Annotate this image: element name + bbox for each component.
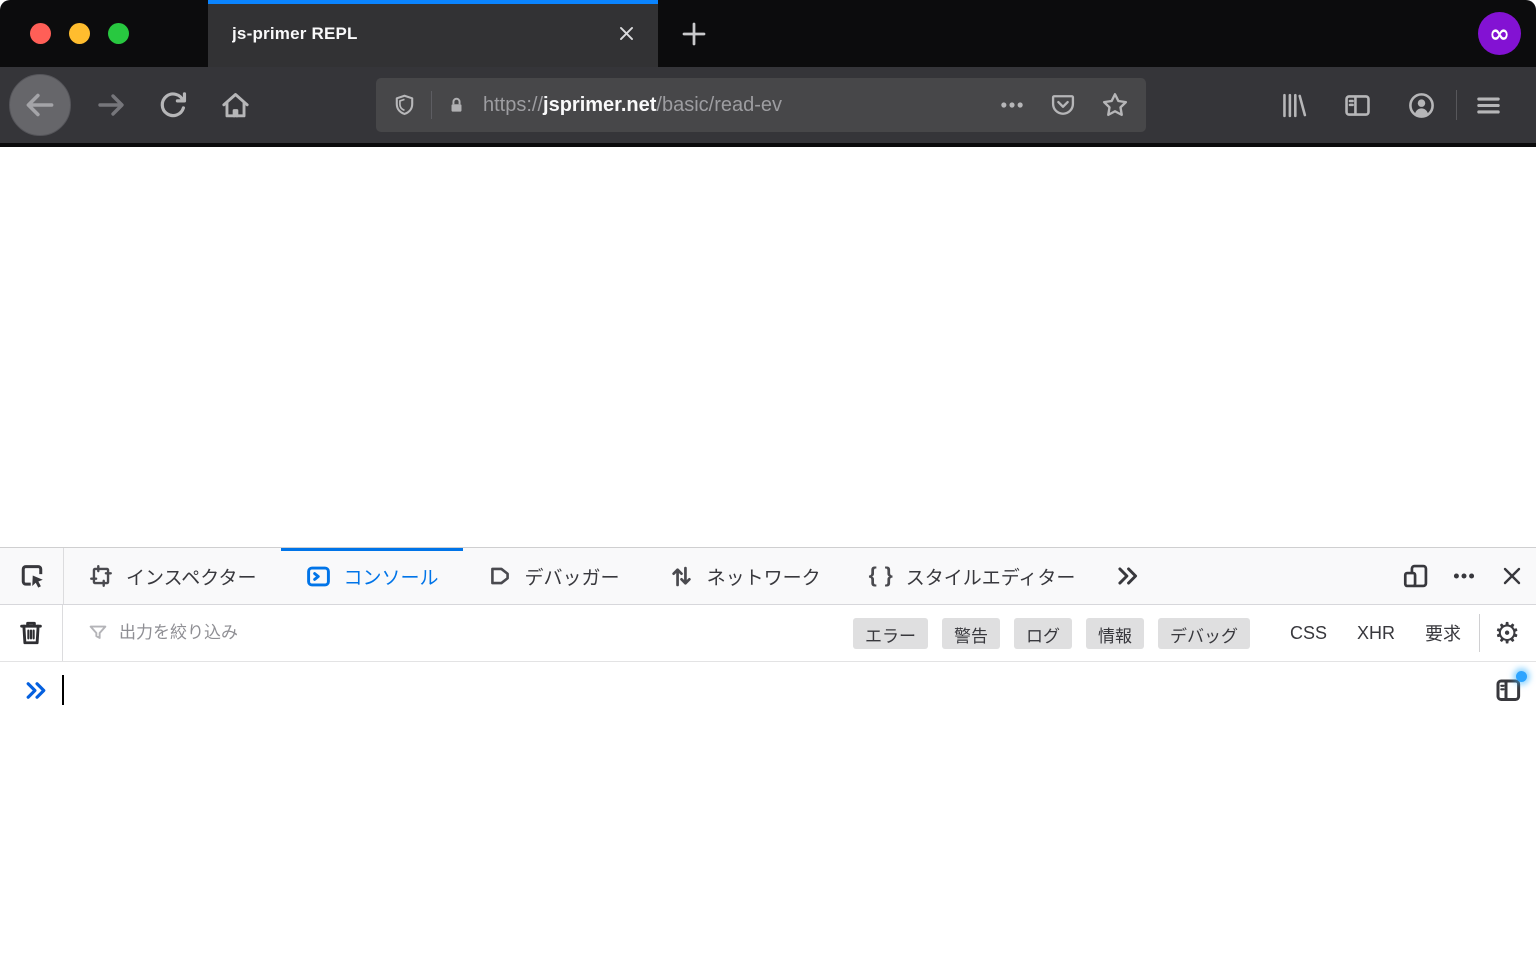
devtools-panel: インスペクター コンソール デバッガー ネットワーク <box>0 547 1536 960</box>
braces-icon: { } <box>869 564 894 588</box>
library-icon <box>1278 90 1309 121</box>
console-output-area <box>0 718 1536 960</box>
filter-bar-separator <box>1479 614 1480 652</box>
bookmark-star-icon[interactable] <box>1100 90 1130 120</box>
console-input-row[interactable] <box>0 662 1536 718</box>
home-icon <box>219 89 252 122</box>
console-icon <box>305 563 332 590</box>
responsive-design-mode-button[interactable] <box>1392 548 1440 604</box>
active-tab-stripe <box>208 0 658 4</box>
reload-icon <box>157 89 189 121</box>
network-arrows-icon <box>668 563 695 590</box>
devtools-tab-style-editor[interactable]: { } スタイルエディター <box>845 548 1100 604</box>
filter-requests-button[interactable]: 要求 <box>1425 620 1461 646</box>
filter-warnings-button[interactable]: 警告 <box>942 618 1000 649</box>
page-content <box>0 147 1536 547</box>
devtools-tab-console[interactable]: コンソール <box>281 548 463 604</box>
notification-dot <box>1516 671 1527 682</box>
close-icon <box>1500 564 1524 588</box>
back-button[interactable] <box>9 74 71 136</box>
mask-icon: ∞ <box>1489 19 1510 48</box>
tab-title: js-primer REPL <box>232 24 617 44</box>
devtools-tab-label: コンソール <box>344 563 439 590</box>
filter-info-button[interactable]: 情報 <box>1086 618 1144 649</box>
console-filter-bar: エラー 警告 ログ 情報 デバッグ CSS XHR 要求 ⚙ <box>0 605 1536 662</box>
new-tab-button[interactable] <box>658 0 730 67</box>
menu-button[interactable] <box>1469 86 1507 124</box>
log-level-filters: エラー 警告 ログ 情報 デバッグ <box>853 618 1250 649</box>
devtools-tab-label: インスペクター <box>126 563 257 590</box>
tab-bar: js-primer REPL ∞ <box>0 0 1536 67</box>
tab-bar-spacer <box>730 0 1478 67</box>
devtools-tab-label: スタイルエディター <box>906 563 1076 590</box>
zoom-window-button[interactable] <box>108 23 129 44</box>
console-settings-button[interactable]: ⚙ <box>1484 610 1530 656</box>
url-bar-separator <box>431 91 432 119</box>
devtools-tab-label: ネットワーク <box>707 563 821 590</box>
more-tabs-button[interactable] <box>1099 548 1157 604</box>
console-input-field[interactable] <box>64 662 1493 718</box>
console-sidebar-toggle-button[interactable] <box>1493 675 1523 705</box>
filter-errors-button[interactable]: エラー <box>853 618 928 649</box>
lock-icon[interactable] <box>446 95 467 116</box>
node-picker-button[interactable] <box>0 548 64 604</box>
forward-button[interactable] <box>92 86 130 124</box>
url-path: /basic/read-ev <box>656 94 782 117</box>
tracking-protection-shield-icon[interactable] <box>392 93 417 118</box>
close-devtools-button[interactable] <box>1488 548 1536 604</box>
account-icon <box>1406 90 1437 121</box>
url-domain: jsprimer.net <box>543 94 656 117</box>
node-picker-icon <box>17 561 47 591</box>
devtools-menu-button[interactable] <box>1440 548 1488 604</box>
back-arrow-icon <box>21 86 59 124</box>
minimize-window-button[interactable] <box>69 23 90 44</box>
library-button[interactable] <box>1274 86 1312 124</box>
devtools-tab-label: デバッガー <box>525 563 620 590</box>
filter-output-input[interactable] <box>119 623 853 643</box>
debugger-icon <box>487 563 513 589</box>
devtools-tab-bar: インスペクター コンソール デバッガー ネットワーク <box>0 548 1536 605</box>
url-text[interactable]: https://jsprimer.net/basic/read-ev <box>483 94 903 117</box>
meatballs-icon <box>1451 563 1477 589</box>
plus-icon <box>679 19 709 49</box>
home-button[interactable] <box>216 86 254 124</box>
forward-arrow-icon <box>93 87 129 123</box>
devtools-toolbar-right <box>1392 548 1536 604</box>
toolbar-separator <box>1456 90 1457 120</box>
double-chevron-right-icon <box>1115 563 1141 589</box>
devtools-tab-debugger[interactable]: デバッガー <box>463 548 644 604</box>
devtools-tab-network[interactable]: ネットワーク <box>644 548 845 604</box>
filter-logs-button[interactable]: ログ <box>1014 618 1072 649</box>
category-filters: CSS XHR 要求 <box>1290 620 1461 646</box>
filter-funnel-icon <box>87 622 109 644</box>
traffic-lights <box>0 0 208 67</box>
browser-tab[interactable]: js-primer REPL <box>208 0 658 67</box>
url-bar[interactable]: https://jsprimer.net/basic/read-ev <box>376 78 1146 132</box>
devtools-tab-inspector[interactable]: インスペクター <box>64 548 281 604</box>
console-prompt-icon <box>24 678 49 703</box>
close-window-button[interactable] <box>30 23 51 44</box>
profile-avatar[interactable]: ∞ <box>1478 12 1521 55</box>
page-actions <box>998 90 1130 120</box>
toolbar-right-icons <box>1146 86 1523 124</box>
url-scheme: https:// <box>483 94 543 117</box>
sidebar-toggle-button[interactable] <box>1338 86 1376 124</box>
filter-xhr-button[interactable]: XHR <box>1357 620 1395 646</box>
clear-console-button[interactable] <box>0 605 63 661</box>
browser-window: js-primer REPL ∞ <box>0 0 1536 960</box>
responsive-design-icon <box>1402 562 1430 590</box>
pocket-icon[interactable] <box>1049 91 1077 119</box>
reload-button[interactable] <box>154 86 192 124</box>
sidebar-icon <box>1342 90 1373 121</box>
page-actions-menu-icon[interactable] <box>998 91 1026 119</box>
filter-debug-button[interactable]: デバッグ <box>1158 618 1250 649</box>
close-tab-icon[interactable] <box>617 24 636 43</box>
gear-icon: ⚙ <box>1494 616 1520 650</box>
navigation-toolbar: https://jsprimer.net/basic/read-ev <box>0 67 1536 147</box>
account-button[interactable] <box>1402 86 1440 124</box>
hamburger-icon <box>1473 90 1504 121</box>
filter-css-button[interactable]: CSS <box>1290 620 1327 646</box>
trash-icon <box>16 618 46 648</box>
inspector-frame-icon <box>88 563 114 589</box>
